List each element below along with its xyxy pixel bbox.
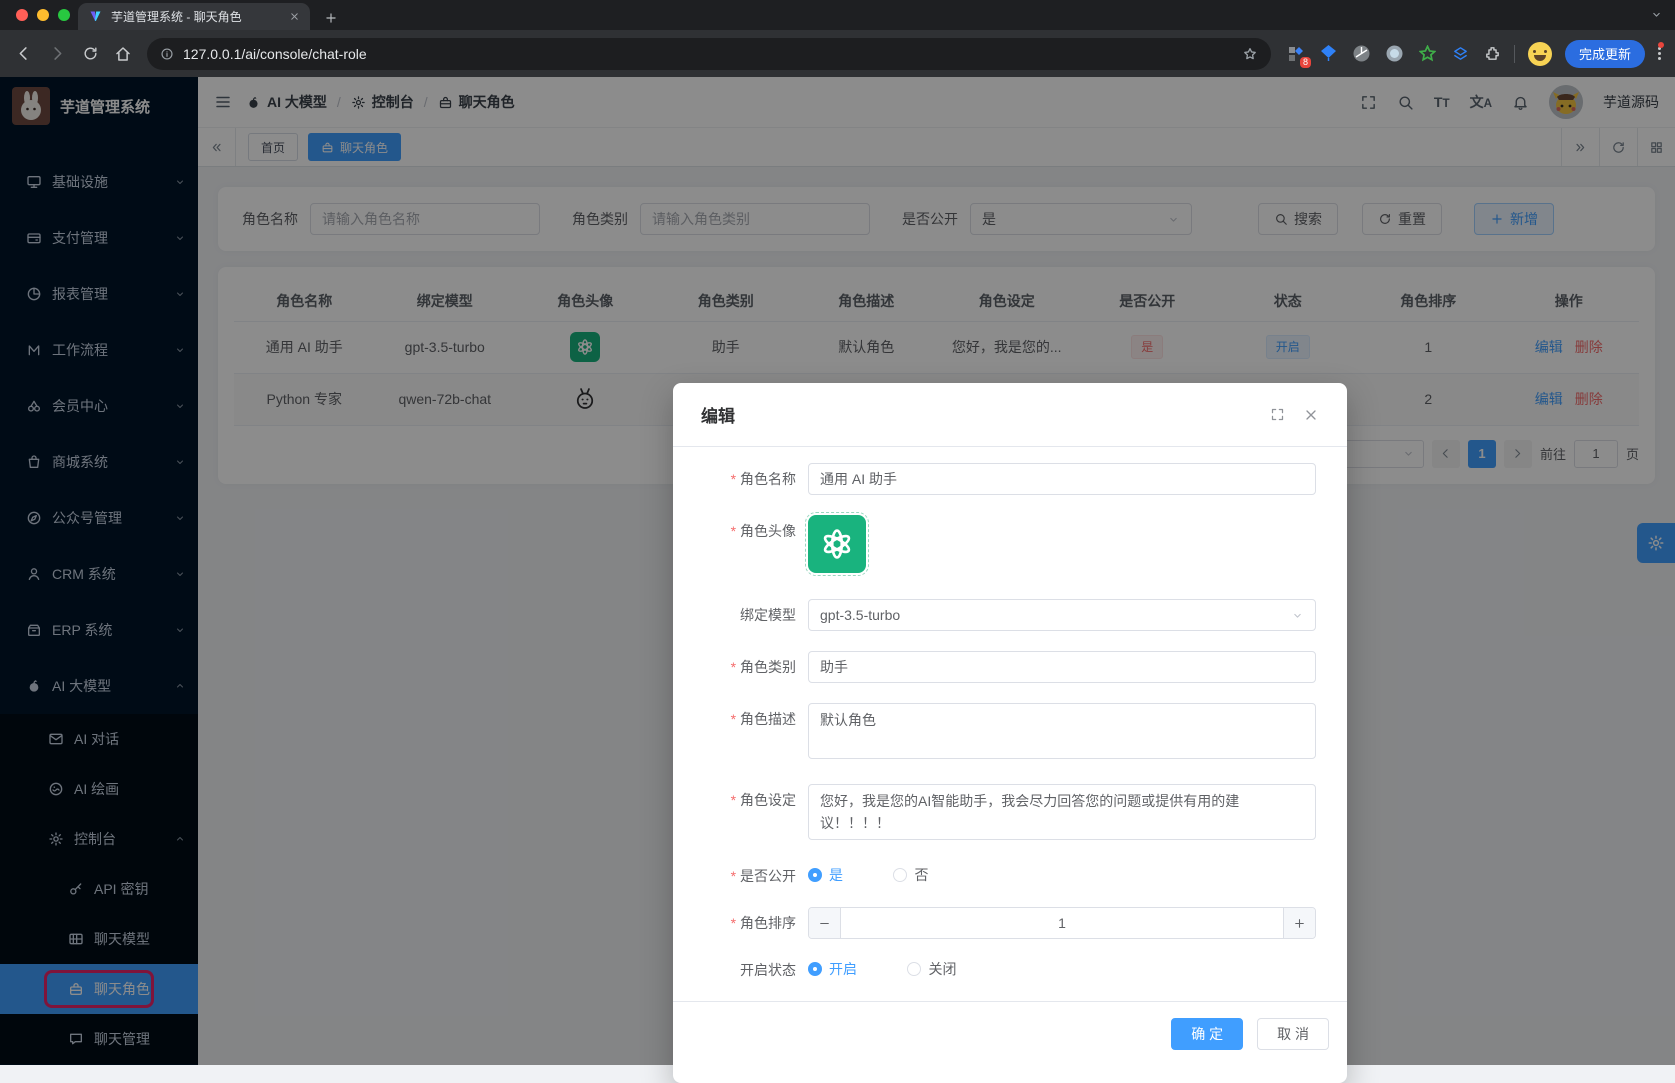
role-avatar-label: 角色头像 (673, 515, 808, 541)
window-close-button[interactable] (16, 9, 28, 21)
extension-kite-icon[interactable] (1319, 44, 1339, 64)
confirm-button[interactable]: 确 定 (1171, 1018, 1243, 1050)
tab-search-chevron-icon[interactable] (1650, 8, 1663, 21)
cancel-button[interactable]: 取 消 (1257, 1018, 1329, 1050)
extension-badge: 8 (1300, 57, 1311, 68)
back-icon[interactable] (14, 44, 33, 63)
browser-menu-icon[interactable] (1658, 45, 1661, 62)
public-no-radio[interactable]: 否 (893, 865, 928, 885)
url-text: 127.0.0.1/ai/console/chat-role (183, 46, 1233, 62)
extension-pinwheel-icon[interactable] (1352, 44, 1372, 64)
radio-dot-icon (893, 868, 907, 882)
sort-value-input[interactable] (841, 908, 1283, 938)
bind-model-select[interactable]: gpt-3.5-turbo (808, 599, 1316, 631)
dialog-title: 编辑 (701, 402, 735, 427)
tab-close-icon[interactable] (289, 11, 300, 22)
dialog-body: 角色名称 角色头像 绑定模型 gpt-3.5-turbo 角色类别 角色描述 默… (673, 447, 1347, 981)
close-icon[interactable] (1303, 407, 1319, 423)
reload-icon[interactable] (82, 45, 99, 62)
role-category-field[interactable] (808, 651, 1316, 683)
sort-stepper (808, 907, 1316, 939)
decrease-button[interactable] (809, 908, 841, 938)
avatar-upload[interactable] (808, 515, 866, 573)
toolbar-separator (1514, 45, 1515, 63)
role-name-label: 角色名称 (673, 469, 808, 489)
chevron-down-icon (1291, 609, 1304, 622)
is-public-label: 是否公开 (673, 866, 808, 886)
extensions-puzzle-icon[interactable] (1484, 45, 1501, 62)
role-name-field[interactable] (808, 463, 1316, 495)
increase-button[interactable] (1283, 908, 1315, 938)
status-off-radio[interactable]: 关闭 (907, 959, 956, 979)
site-favicon (88, 9, 103, 24)
openai-icon (818, 525, 856, 563)
bind-model-label: 绑定模型 (673, 605, 808, 625)
browser-tab[interactable]: 芋道管理系统 - 聊天角色 (78, 3, 310, 30)
profile-avatar-icon[interactable] (1528, 42, 1552, 66)
role-category-label: 角色类别 (673, 657, 808, 677)
role-sort-label: 角色排序 (673, 913, 808, 933)
home-icon[interactable] (114, 45, 132, 63)
plus-icon (1293, 917, 1306, 930)
browser-tab-title: 芋道管理系统 - 聊天角色 (111, 8, 281, 25)
status-label: 开启状态 (673, 960, 808, 980)
role-setting-field[interactable]: 您好，我是您的AI智能助手，我会尽力回答您的问题或提供有用的建议！！！！ (808, 784, 1316, 840)
public-yes-radio[interactable]: 是 (808, 865, 843, 885)
bookmark-star-icon[interactable] (1242, 46, 1258, 62)
radio-dot-icon (808, 962, 822, 976)
radio-dot-icon (808, 868, 822, 882)
browser-tab-strip: 芋道管理系统 - 聊天角色 (0, 0, 1675, 30)
status-on-radio[interactable]: 开启 (808, 959, 857, 979)
radio-dot-icon (907, 962, 921, 976)
minus-icon (818, 917, 831, 930)
role-desc-label: 角色描述 (673, 703, 808, 729)
chrome-update-button[interactable]: 完成更新 (1565, 40, 1645, 68)
forward-icon[interactable] (48, 44, 67, 63)
extension-circle-icon[interactable] (1385, 44, 1405, 64)
dialog-footer: 确 定 取 消 (673, 1001, 1347, 1066)
extension-layers-icon[interactable] (1451, 44, 1471, 64)
dialog-header: 编辑 (673, 383, 1347, 447)
site-info-icon[interactable] (160, 47, 174, 61)
role-setting-label: 角色设定 (673, 784, 808, 810)
address-bar[interactable]: 127.0.0.1/ai/console/chat-role (147, 38, 1271, 70)
browser-toolbar: 127.0.0.1/ai/console/chat-role 8 完成更新 (0, 30, 1675, 77)
edit-role-dialog: 编辑 角色名称 角色头像 绑定模型 gpt-3.5-turbo 角色类别 角色描… (673, 383, 1347, 1083)
extension-adblock-icon[interactable]: 8 (1286, 44, 1306, 64)
dialog-fullscreen-icon[interactable] (1270, 407, 1285, 422)
window-minimize-button[interactable] (37, 9, 49, 21)
new-tab-icon[interactable] (324, 11, 338, 25)
window-zoom-button[interactable] (58, 9, 70, 21)
extension-star-icon[interactable] (1418, 44, 1438, 64)
role-desc-field[interactable]: 默认角色 (808, 703, 1316, 759)
